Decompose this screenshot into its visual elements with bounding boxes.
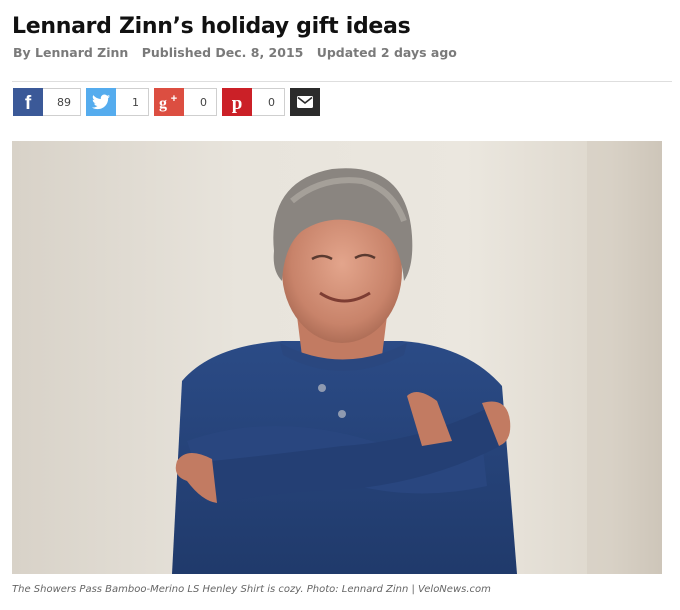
svg-text:f: f [25,93,32,114]
byline[interactable]: By Lennard Zinn [13,45,128,60]
svg-text:g: g [159,95,167,112]
article-meta: By Lennard Zinn Published Dec. 8, 2015 U… [13,45,466,60]
twitter-count: 1 [116,88,149,116]
pinterest-share-button[interactable]: p 0 [222,88,285,116]
facebook-count: 89 [43,88,81,116]
updated-date: Updated 2 days ago [316,45,457,60]
google-plus-share-button[interactable]: g + 0 [154,88,217,116]
svg-text:+: + [171,93,177,105]
pinterest-icon: p [222,88,252,116]
man-in-henley-shirt-image [12,141,662,574]
facebook-icon: f [13,88,43,116]
article-photo [12,141,662,574]
pinterest-count: 0 [252,88,285,116]
svg-text:p: p [232,93,243,114]
google-plus-count: 0 [184,88,217,116]
article-title: Lennard Zinn’s holiday gift ideas [12,14,411,39]
divider [12,81,672,82]
email-icon [290,88,320,116]
twitter-share-button[interactable]: 1 [86,88,149,116]
facebook-share-button[interactable]: f 89 [13,88,81,116]
published-date: Published Dec. 8, 2015 [141,45,304,60]
share-bar: f 89 1 g + 0 p 0 [13,88,325,116]
email-share-button[interactable] [290,88,320,116]
twitter-icon [86,88,116,116]
google-plus-icon: g + [154,88,184,116]
photo-caption: The Showers Pass Bamboo-Merino LS Henley… [12,584,491,595]
